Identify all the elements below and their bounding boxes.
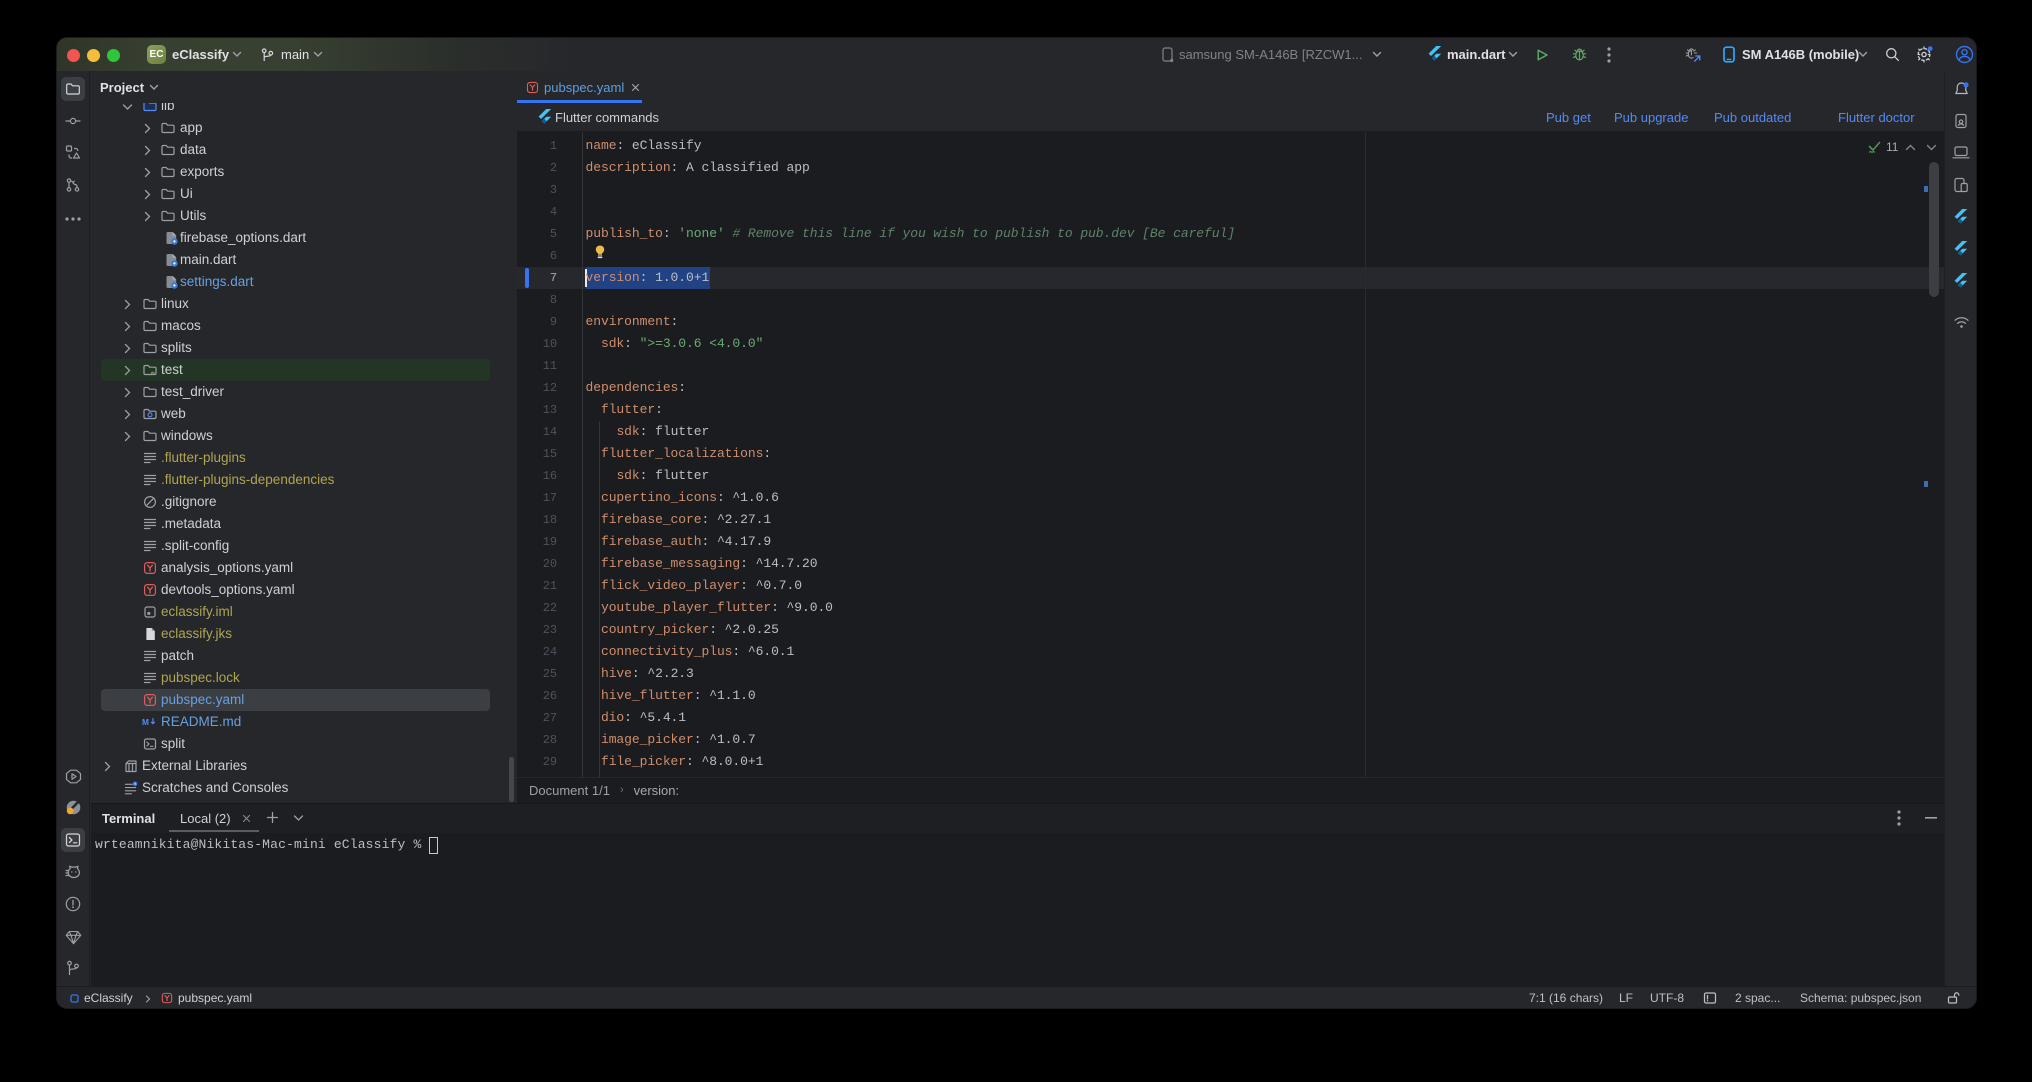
svg-text:M: M [142, 717, 149, 727]
